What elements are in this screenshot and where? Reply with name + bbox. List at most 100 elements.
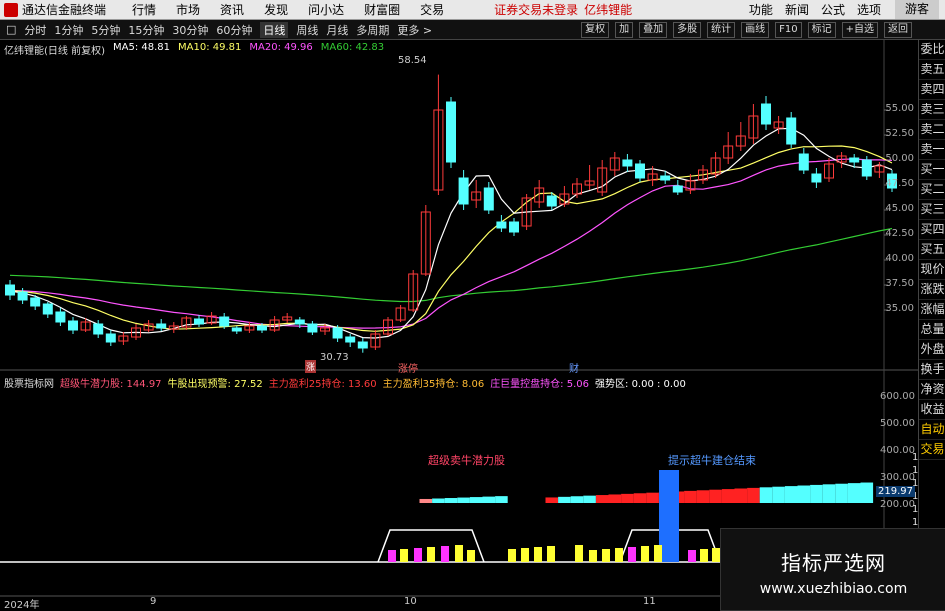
candle [496, 215, 507, 232]
sidebar-item-18[interactable]: 收益 [919, 400, 945, 420]
momentum-bar [759, 487, 773, 503]
strength-bar [427, 547, 435, 562]
momentum-bar [583, 495, 596, 503]
sidebar-item-15[interactable]: 外盘 [919, 340, 945, 360]
sidebar-item-11[interactable]: 现价 [919, 260, 945, 280]
momentum-bar [595, 495, 609, 503]
sidebar-item-0[interactable]: 委比 [919, 40, 945, 60]
candle [597, 160, 608, 196]
momentum-bar [444, 498, 458, 503]
sidebar-item-14[interactable]: 总量 [919, 320, 945, 340]
candle [55, 308, 66, 326]
candle [635, 160, 645, 182]
candle [383, 317, 393, 336]
candle [811, 168, 822, 188]
price-tick-label: 52.50 [885, 128, 914, 139]
ma10-line [9, 145, 893, 332]
momentum-bar [621, 493, 634, 503]
momentum-bar [847, 483, 861, 503]
candle [559, 186, 570, 207]
momentum-bar [822, 484, 836, 503]
price-tick-label: 42.50 [885, 228, 914, 239]
candle [773, 116, 784, 134]
strength-bar [712, 548, 720, 562]
high-label: 58.54 [398, 55, 427, 66]
candle [874, 162, 885, 178]
strength-bar [654, 545, 662, 562]
sidebar-item-12[interactable]: 涨跌 [919, 280, 945, 300]
candle [231, 326, 242, 334]
ind-2: 牛股出现预警: 27.52 [167, 379, 263, 390]
strength-bar [467, 550, 475, 562]
candle [206, 312, 217, 325]
ma20-line [9, 158, 893, 329]
date-11: 11 [643, 596, 656, 607]
candle [622, 154, 633, 172]
sidebar-item-7[interactable]: 买二 [919, 180, 945, 200]
price-tick-label: 45.00 [885, 203, 914, 214]
ind-5: 庄巨量控盘持仓: 5.06 [490, 379, 590, 390]
sidebar-item-2[interactable]: 卖四 [919, 80, 945, 100]
event-limit-badge[interactable]: 涨停 [398, 360, 418, 375]
momentum-bar [734, 488, 748, 503]
strength-bar [388, 550, 396, 562]
momentum-bar [810, 484, 823, 503]
event-fin-badge[interactable]: 财 [569, 360, 579, 375]
candle [357, 338, 368, 353]
candle [735, 122, 746, 151]
ind-6: 强势区: 0.00 : 0.00 [595, 379, 686, 390]
sidebar-item-3[interactable]: 卖三 [919, 100, 945, 120]
momentum-bar [860, 482, 874, 503]
sidebar-item-10[interactable]: 买五 [919, 240, 945, 260]
candle [824, 158, 834, 182]
strength-bar [641, 546, 649, 562]
event-up-badge[interactable]: 涨 [305, 360, 317, 373]
sidebar-item-16[interactable]: 换手 [919, 360, 945, 380]
strength-bar [521, 548, 529, 562]
indicator-tick-label: 600.00 [880, 391, 915, 403]
candle [307, 321, 318, 335]
sidebar-item-19[interactable]: 自动 [919, 420, 945, 440]
momentum-bar [696, 490, 710, 503]
price-tick-label: 50.00 [885, 153, 914, 164]
strength-bar [455, 545, 463, 562]
sidebar-item-1[interactable]: 卖五 [919, 60, 945, 80]
momentum-bar [721, 489, 735, 503]
indicator-value-badge: 219.97 [876, 486, 915, 497]
indicator-name[interactable]: 股票指标网 [4, 375, 54, 390]
strength-bar [628, 547, 636, 562]
momentum-bar [784, 486, 798, 503]
sidebar-item-8[interactable]: 买三 [919, 200, 945, 220]
momentum-bar [457, 497, 470, 503]
momentum-bar [419, 498, 433, 503]
sidebar-item-9[interactable]: 买四 [919, 220, 945, 240]
price-tick-label: 40.00 [885, 253, 914, 264]
candle [509, 218, 519, 236]
momentum-bar [835, 483, 848, 503]
price-tick-label: 37.50 [885, 278, 914, 289]
strength-bar [400, 549, 408, 562]
candle [156, 319, 167, 331]
sidebar-item-5[interactable]: 卖一 [919, 140, 945, 160]
candle [395, 305, 406, 322]
candle [798, 148, 809, 174]
sidebar-item-13[interactable]: 涨幅 [919, 300, 945, 320]
candle [332, 325, 343, 342]
momentum-bar [684, 490, 697, 503]
sidebar-item-4[interactable]: 卖二 [919, 120, 945, 140]
candle [471, 180, 482, 208]
momentum-bar [772, 486, 785, 503]
strength-bar [508, 549, 516, 562]
strength-bar [441, 546, 449, 562]
sidebar-item-20[interactable]: 交易 [919, 440, 945, 460]
indicator-tick-label: 300.00 [880, 472, 915, 484]
sidebar-item-6[interactable]: 买一 [919, 160, 945, 180]
momentum-bar [633, 493, 647, 503]
annotation-1: 超级卖牛潜力股 [428, 454, 505, 467]
momentum-bar [545, 497, 559, 503]
strength-bar [414, 548, 422, 562]
ind-1: 超级牛潜力股: 144.97 [60, 379, 162, 390]
sidebar-item-17[interactable]: 净资 [919, 380, 945, 400]
momentum-bar [570, 496, 584, 503]
date-9: 9 [150, 596, 157, 607]
